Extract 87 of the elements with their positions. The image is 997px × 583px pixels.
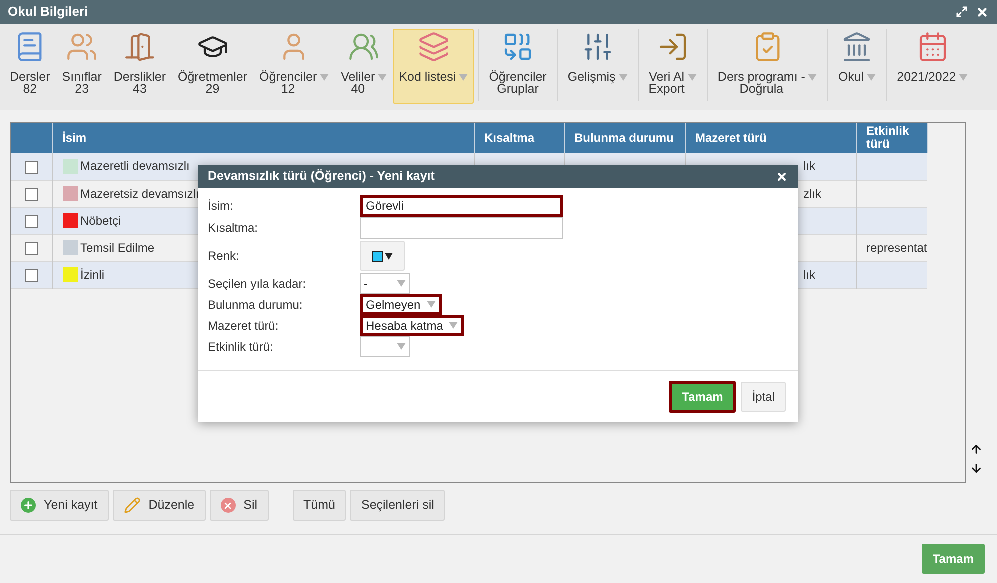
row-checkbox[interactable] [24,268,38,282]
toolbar-sublabel: 29 [206,83,220,95]
table-cell: lık [804,159,816,174]
table-cell-text: Temsil Edilme [80,240,155,256]
toolbar-button[interactable]: Okul [832,29,882,104]
toolbar-button[interactable]: 2021/2022 [891,29,974,104]
toolbar-label: Gelişmiş [568,71,616,83]
toolbar-button[interactable]: Veri Al Export [642,29,703,104]
toolbar-button[interactable]: Öğrenciler 12 [253,29,336,104]
field-label: İsim: [208,198,234,215]
table-cell-text: İzinli [80,266,105,284]
plus-icon [21,498,36,513]
toolbar-sublabel: Doğrula [740,83,784,95]
row-checkbox[interactable] [24,242,38,255]
toolbar-button[interactable]: Derslikler 43 [108,29,172,104]
toolbar-label: Veri Al [649,71,685,83]
window-title: Okul Bilgileri [8,3,88,22]
table-cell-text: Nöbetçi [80,212,122,230]
field-label: Renk: [208,248,240,265]
table-cell: representat [856,234,927,261]
toolbar-sublabel: Export [648,83,685,95]
toolbar-label: Okul [838,71,864,83]
close-icon[interactable] [776,170,788,182]
field-label: Mazeret türü: [208,318,280,334]
toolbar-button[interactable]: Kod listesi [393,29,474,104]
people-icon [66,31,98,63]
toolbar-button[interactable]: Öğrenciler Gruplar [483,29,553,104]
toolbar-sublabel: 12 [281,83,296,95]
toolbar-button[interactable]: Veliler 40 [335,29,394,104]
text-field[interactable]: Görevli [360,195,563,217]
close-icon[interactable] [976,6,989,18]
action-button[interactable]: Seçilenleri sil [350,490,446,521]
toolbar-label: Derslikler [114,71,166,83]
toolbar-label: Sınıflar [62,71,102,83]
row-checkbox[interactable] [24,214,38,228]
caret-icon [397,343,406,350]
caret-icon [426,301,436,308]
dropdown-field[interactable]: Hesaba katma [360,315,464,336]
toolbar-button[interactable]: Ders programı - Doğrula [712,29,824,104]
dropdown-field[interactable]: - [360,273,410,294]
table-cell: zlık [804,186,822,200]
field-label: Etkinlik türü: [208,338,274,356]
table-cell: lık [804,268,816,282]
action-button[interactable]: Sil [210,490,269,521]
toolbar-button[interactable]: Öğretmenler 29 [172,29,254,104]
toolbar-button[interactable]: Sınıflar 23 [56,29,108,104]
toolbar-label: Öğrenciler [489,71,547,83]
dropdown-field[interactable]: Gelmeyen [360,294,442,315]
family-icon [348,31,380,63]
toolbar-button[interactable]: Dersler 82 [4,29,56,104]
table-cell-text: Mazeretsiz devamsızlı [80,186,200,202]
color-picker[interactable] [360,241,405,271]
toolbar-sublabel: 23 [75,83,90,95]
caret-icon [397,280,406,287]
toolbar-sublabel: 43 [133,83,147,95]
toolbar-label: 2021/2022 [897,71,956,83]
action-button[interactable]: Düzenle [112,490,206,521]
maximize-icon[interactable] [956,6,968,18]
toolbar-sublabel: Gruplar [497,83,539,95]
caret-icon [449,322,458,329]
toolbar-label: Kod listesi [399,71,456,83]
toolbar-label: Veliler [341,71,376,83]
dialog-button[interactable]: İptal [741,382,786,412]
action-button[interactable]: Yeni kayıt [10,490,109,521]
layers-icon [418,31,450,63]
delete-icon [220,498,236,513]
row-checkbox[interactable] [24,160,38,174]
pencil-icon [124,497,141,514]
dropdown-field[interactable] [360,336,410,357]
toolbar-button[interactable]: Gelişmiş [562,29,634,104]
move-up-icon[interactable] [970,443,983,456]
field-label: Seçilen yıla kadar: [208,276,308,292]
toolbar-label: Ders programı - [718,71,806,83]
text-field[interactable] [360,217,563,239]
door-icon [124,31,156,63]
toolbar-sublabel: 40 [351,83,366,95]
action-button[interactable]: Tümü [292,490,346,521]
toolbar-label: Öğrenciler [259,71,318,83]
toolbar-label: Öğretmenler [178,71,248,83]
dialog-title: Devamsızlık türü (Öğrenci) - Yeni kayıt [208,168,435,186]
field-label: Bulunma durumu: [208,296,304,314]
row-checkbox[interactable] [24,188,38,201]
field-label: Kısaltma: [208,220,260,237]
move-down-icon[interactable] [970,462,983,475]
table-cell-text: Mazeretli devamsızlı [80,158,190,176]
toolbar-sublabel: 82 [23,83,38,95]
toolbar-label: Dersler [10,71,50,83]
